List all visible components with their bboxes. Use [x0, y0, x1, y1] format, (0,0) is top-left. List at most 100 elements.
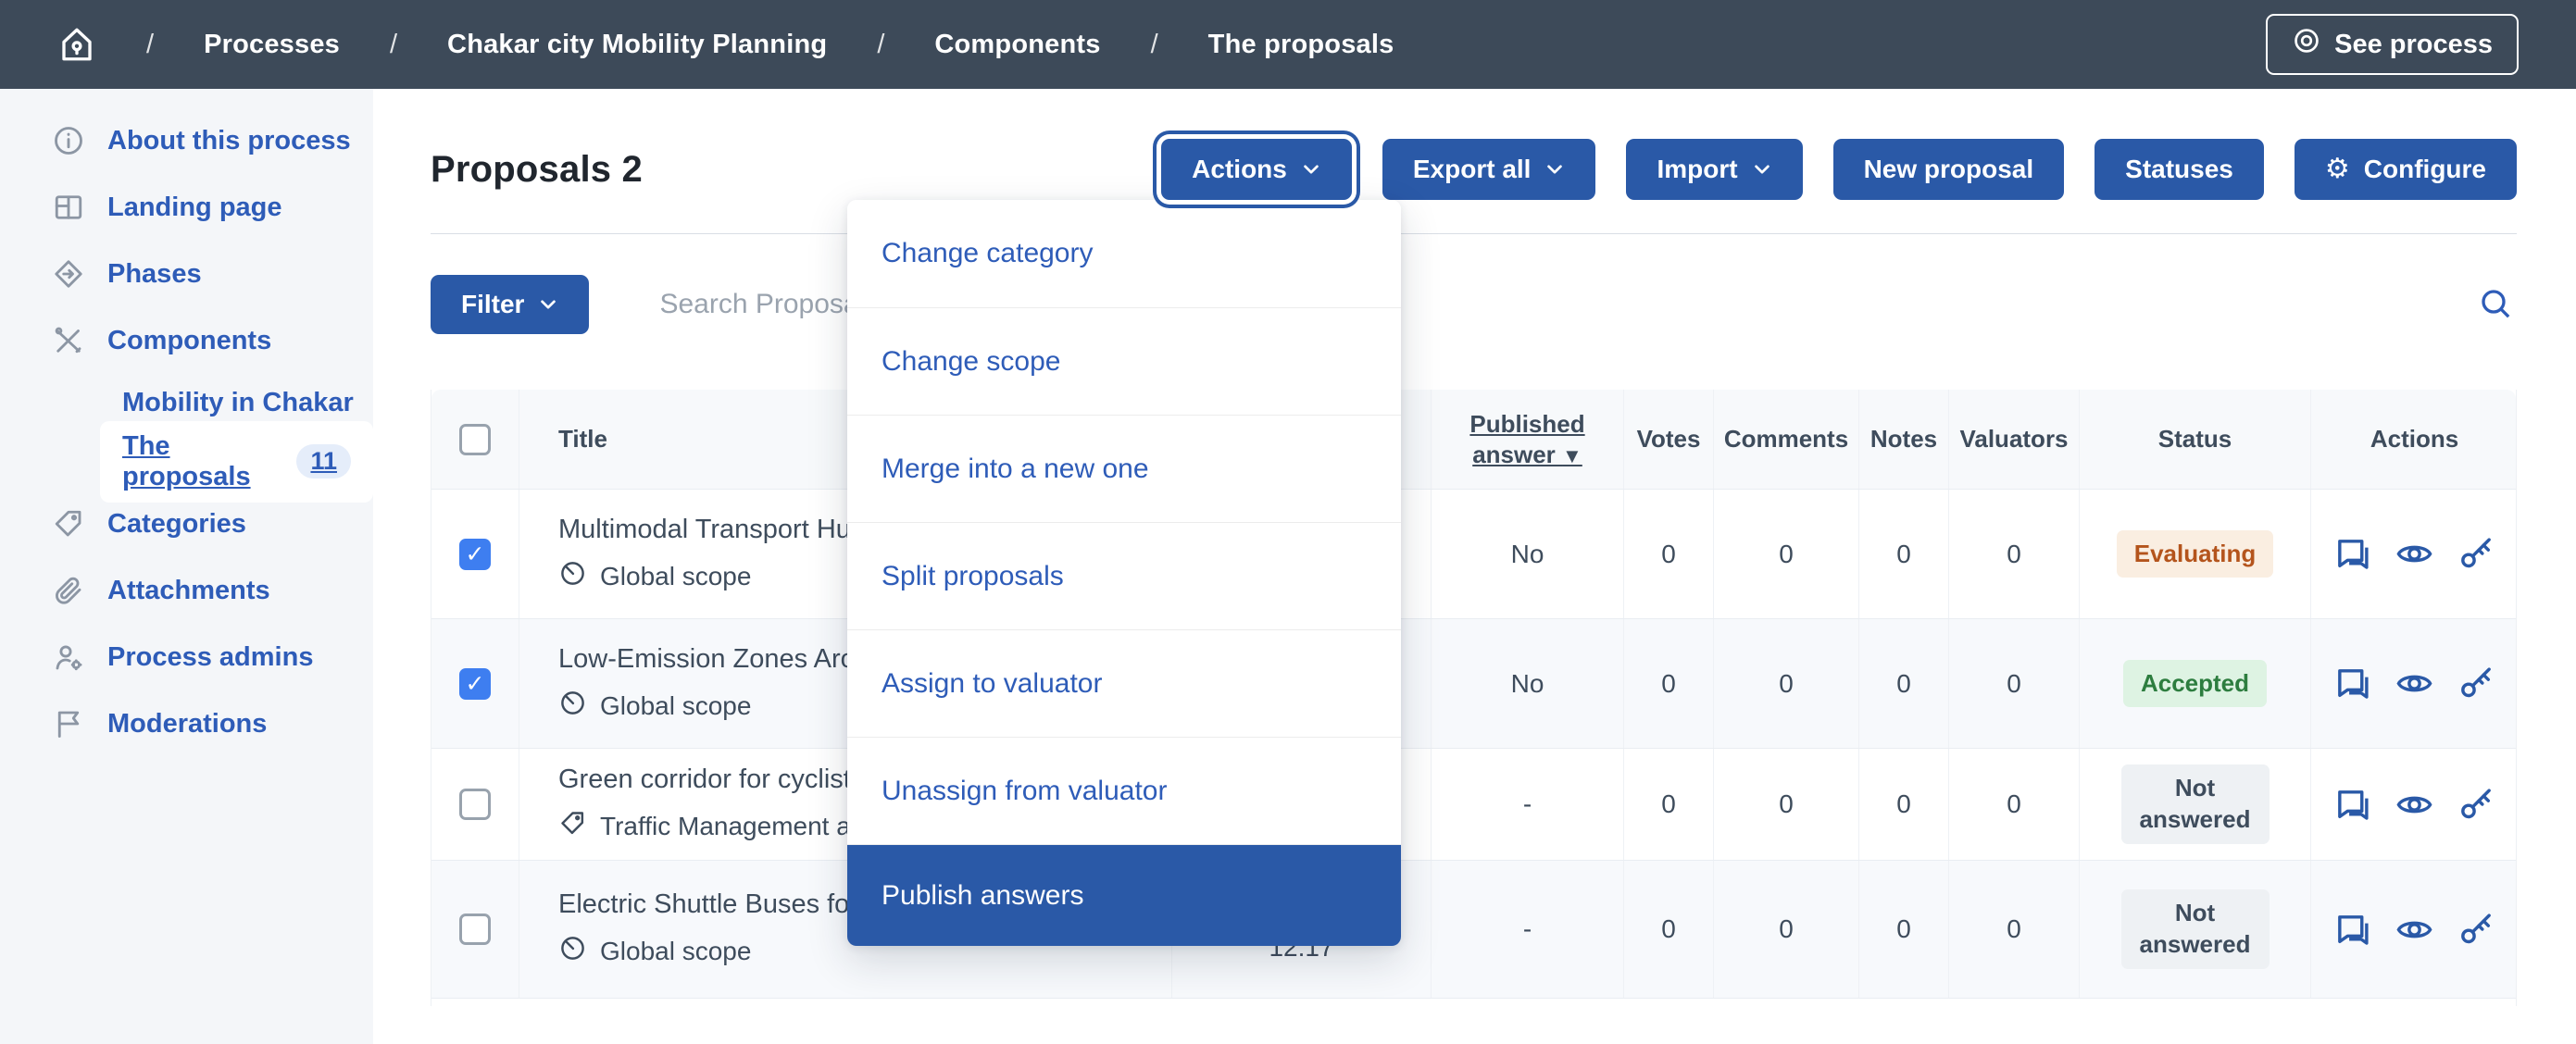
status-badge: Not answered [2120, 764, 2270, 844]
home-icon[interactable] [57, 25, 96, 64]
sidebar-item-process-admins[interactable]: Process admins [0, 624, 373, 690]
breadcrumb-item[interactable]: Processes [204, 30, 340, 60]
column-header-label: Actions [2370, 425, 2459, 454]
notes-value: 0 [1896, 668, 1911, 698]
preview-eye-icon[interactable] [2395, 911, 2433, 949]
permissions-key-icon[interactable] [2457, 665, 2495, 702]
breadcrumb-item[interactable]: Components [934, 30, 1100, 60]
published-answer-value: No [1510, 539, 1544, 568]
column-header-label[interactable]: Published answer ▼ [1458, 409, 1597, 469]
menu-item-publish-answers[interactable]: Publish answers [847, 844, 1401, 946]
sidebar-item-phases[interactable]: Phases [0, 241, 373, 307]
new-proposal-button[interactable]: New proposal [1832, 139, 2065, 200]
answer-chat-icon[interactable] [2333, 535, 2371, 573]
status-cell: Not answered [2080, 861, 2311, 998]
votes-value: 0 [1661, 668, 1676, 698]
sidebar-item-label: Landing page [107, 192, 282, 222]
answer-chat-icon[interactable] [2333, 665, 2371, 702]
proposal-title[interactable]: Multimodal Transport Hubs [558, 515, 880, 545]
valuators-value: 0 [2007, 668, 2021, 698]
status-badge: Not answered [2120, 889, 2270, 969]
preview-eye-icon[interactable] [2395, 535, 2433, 573]
published-answer-cell: No [1432, 490, 1624, 618]
row-checkbox[interactable]: ✓ [459, 538, 491, 570]
menu-item-assign-to-valuator[interactable]: Assign to valuator [847, 629, 1401, 737]
published-answer-cell: No [1432, 619, 1624, 748]
menu-item-split-proposals[interactable]: Split proposals [847, 522, 1401, 629]
column-header-valuators: Valuators [1949, 390, 2080, 489]
row-checkbox[interactable]: ✓ [459, 667, 491, 700]
comments-value: 0 [1779, 789, 1794, 818]
comments-cell: 0 [1714, 619, 1859, 748]
proposal-scope: Global scope [558, 689, 751, 724]
actions-dropdown-button[interactable]: Actions [1161, 139, 1352, 200]
status-cell: Not answered [2080, 749, 2311, 860]
column-header-comments: Comments [1714, 390, 1859, 489]
menu-item-unassign-from-valuator[interactable]: Unassign from valuator [847, 737, 1401, 844]
answer-chat-icon[interactable] [2333, 911, 2371, 949]
scope-globe-icon [558, 559, 587, 594]
status-cell: Evaluating [2080, 490, 2311, 618]
topbar: / Processes / Chakar city Mobility Planning… [0, 0, 2576, 89]
sidebar-item-label: Components [107, 325, 272, 355]
page-title: Proposals 2 [431, 148, 643, 190]
notes-cell: 0 [1859, 861, 1949, 998]
breadcrumb-separator: / [389, 29, 398, 59]
proposal-scope-label: Global scope [600, 937, 752, 965]
column-header-label: Notes [1869, 425, 1938, 454]
status-cell: Accepted [2080, 619, 2311, 748]
permissions-key-icon[interactable] [2457, 535, 2495, 573]
breadcrumb-item[interactable]: The proposals [1208, 30, 1394, 60]
menu-item-change-category[interactable]: Change category [847, 200, 1401, 307]
preview-eye-icon[interactable] [2395, 665, 2433, 702]
sidebar-item-label: Moderations [107, 708, 268, 739]
sidebar-item-attachments[interactable]: Attachments [0, 557, 373, 624]
category-tag-icon [558, 809, 587, 844]
row-checkbox[interactable] [459, 789, 491, 820]
status-badge: Evaluating [2116, 529, 2274, 578]
chevron-down-icon [1754, 165, 1769, 174]
configure-label: Configure [2363, 155, 2486, 183]
select-all-checkbox[interactable] [459, 423, 491, 455]
chevron-down-icon [541, 300, 556, 309]
published-answer-value: - [1522, 914, 1532, 943]
valuators-cell: 0 [1949, 490, 2080, 618]
permissions-key-icon[interactable] [2457, 911, 2495, 949]
sidebar-item-components[interactable]: Components [0, 307, 373, 374]
statuses-button[interactable]: Statuses [2095, 139, 2264, 200]
toolbar: Actions Export all Import New proposal S… [1161, 139, 2517, 200]
notes-value: 0 [1896, 539, 1911, 568]
search-icon[interactable] [2474, 283, 2517, 326]
configure-button[interactable]: ⚙ Configure [2294, 139, 2517, 200]
breadcrumb-item[interactable]: Chakar city Mobility Planning [447, 30, 827, 60]
answer-chat-icon[interactable] [2333, 786, 2371, 824]
sidebar-subitem-the-proposals[interactable]: The proposals 11 [0, 420, 373, 503]
comments-cell: 0 [1714, 490, 1859, 618]
menu-item-merge-into-a-new-one[interactable]: Merge into a new one [847, 415, 1401, 522]
column-header-label: Votes [1636, 425, 1701, 454]
column-header-label: Valuators [1959, 425, 2069, 454]
export-all-button[interactable]: Export all [1382, 139, 1596, 200]
layout-icon [52, 191, 85, 224]
valuators-cell: 0 [1949, 749, 2080, 860]
permissions-key-icon[interactable] [2457, 786, 2495, 824]
votes-cell: 0 [1624, 749, 1714, 860]
see-process-button[interactable]: See process [2266, 14, 2519, 75]
filter-button[interactable]: Filter [431, 275, 590, 334]
proposals-count-badge: 11 [296, 444, 351, 478]
sidebar-sub-list: Mobility in Chakar The proposals 11 [0, 374, 373, 503]
row-checkbox[interactable] [459, 914, 491, 945]
sidebar-item-moderations[interactable]: Moderations [0, 690, 373, 757]
column-header-notes: Notes [1859, 390, 1949, 489]
menu-item-change-scope[interactable]: Change scope [847, 307, 1401, 415]
see-process-label: See process [2334, 29, 2493, 59]
sidebar-item-landing-page[interactable]: Landing page [0, 174, 373, 241]
actions-dropdown-menu: Change category Change scope Merge into a … [847, 200, 1401, 946]
chevron-down-icon [1304, 165, 1319, 174]
preview-eye-icon[interactable] [2395, 786, 2433, 824]
sidebar-item-about-this-process[interactable]: About this process [0, 107, 373, 174]
row-select-cell: ✓ [431, 490, 519, 618]
notes-value: 0 [1896, 789, 1911, 818]
breadcrumb-separator: / [877, 29, 885, 59]
import-button[interactable]: Import [1626, 139, 1803, 200]
